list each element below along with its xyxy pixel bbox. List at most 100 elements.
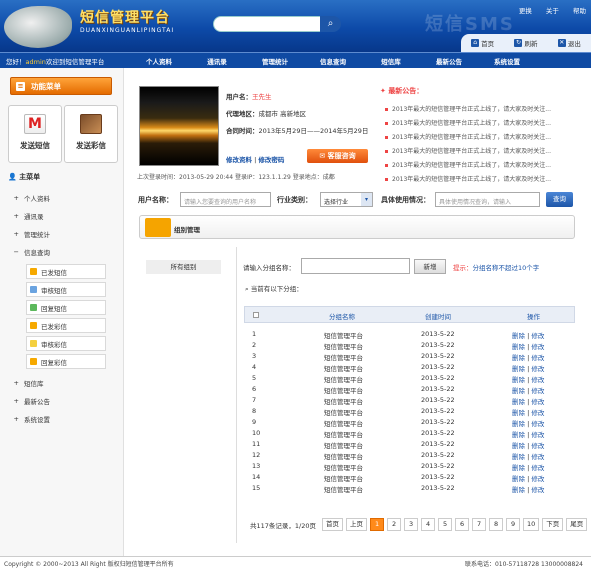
page-button[interactable]: 9 (506, 518, 521, 531)
page-button[interactable]: 8 (489, 518, 504, 531)
page-button-current[interactable]: 1 (370, 518, 385, 531)
edit-link[interactable]: 修改 (531, 354, 544, 362)
notice-item[interactable]: 2013年最大的短信管理平台正式上线了，请大家及时关注... (385, 160, 575, 169)
delete-link[interactable]: 删除 (512, 332, 525, 340)
usage-input[interactable]: 具体使用情况查询，请输入 (435, 192, 540, 207)
nav-item-sms-library[interactable]: 短信库 (362, 56, 420, 66)
delete-link[interactable]: 删除 (512, 365, 525, 373)
industry-select[interactable]: 选择行业 ▾ (320, 192, 373, 207)
page-button[interactable]: 4 (421, 518, 436, 531)
first-page-button[interactable]: 首页 (322, 518, 344, 531)
customer-service-button[interactable]: ✉ 客服咨询 (307, 149, 368, 163)
edit-link[interactable]: 修改 (531, 442, 544, 450)
sidebar-item-query[interactable]: − 信息查询 (0, 244, 124, 260)
last-page-button[interactable]: 尾页 (566, 518, 588, 531)
all-groups-tab[interactable]: 所有组别 (146, 260, 221, 274)
page-button[interactable]: 6 (455, 518, 470, 531)
nav-item-query[interactable]: 信息查询 (304, 56, 362, 66)
edit-link[interactable]: 修改 (531, 409, 544, 417)
edit-link[interactable]: 修改 (531, 453, 544, 461)
page-button[interactable]: 3 (404, 518, 419, 531)
edit-link[interactable]: 修改 (531, 387, 544, 395)
delete-link[interactable]: 删除 (512, 354, 525, 362)
notice-item[interactable]: 2013年最大的短信管理平台正式上线了，请大家及时关注... (385, 174, 575, 183)
delete-link[interactable]: 删除 (512, 376, 525, 384)
search-input[interactable] (213, 16, 321, 32)
delete-link[interactable]: 删除 (512, 442, 525, 450)
refresh-icon: ↻ (514, 39, 523, 47)
page-button[interactable]: 10 (523, 518, 540, 531)
prev-page-button[interactable]: 上页 (346, 518, 368, 531)
notice-item[interactable]: 2013年最大的短信管理平台正式上线了，请大家及时关注... (385, 146, 575, 155)
edit-link[interactable]: 修改 (531, 332, 544, 340)
edit-link[interactable]: 修改 (531, 398, 544, 406)
notice-item[interactable]: 2013年最大的短信管理平台正式上线了，请大家及时关注... (385, 132, 575, 141)
nav-item-settings[interactable]: 系统设置 (478, 56, 536, 66)
sidebar-item-sms-library[interactable]: + 短信库 (0, 375, 124, 391)
logout-button[interactable]: ✕ 退出 (557, 38, 581, 48)
send-mms-button[interactable]: 发送彩信 (64, 105, 118, 163)
table-row: 3 短信管理平台 2013-5-22 删除 | 修改 (252, 352, 545, 362)
delete-link[interactable]: 删除 (512, 398, 525, 406)
delete-link[interactable]: 删除 (512, 420, 525, 428)
edit-link[interactable]: 修改 (531, 376, 544, 384)
edit-link[interactable]: 修改 (531, 475, 544, 483)
function-menu-button[interactable]: ≡ 功能菜单 (10, 77, 112, 95)
delete-link[interactable]: 删除 (512, 343, 525, 351)
select-all-checkbox[interactable] (253, 312, 259, 318)
sidebar-sub-sent-mms[interactable]: 已发彩信 (26, 318, 106, 333)
delete-link[interactable]: 删除 (512, 431, 525, 439)
nav-item-profile[interactable]: 个人资料 (130, 56, 188, 66)
notice-item[interactable]: 2013年最大的短信管理平台正式上线了，请大家及时关注... (385, 118, 575, 127)
edit-link[interactable]: 修改 (531, 464, 544, 472)
search-icon: ⌕ (245, 285, 249, 293)
user-name-input[interactable]: 请输入您要查询的用户名称 (180, 192, 271, 207)
search-icon[interactable]: ⌕ (320, 16, 341, 32)
help-link[interactable]: 帮助 (573, 7, 586, 15)
nav-item-notices[interactable]: 最新公告 (420, 56, 478, 66)
page-button[interactable]: 5 (438, 518, 453, 531)
table-row: 4 短信管理平台 2013-5-22 删除 | 修改 (252, 363, 545, 373)
about-link[interactable]: 关于 (546, 7, 559, 15)
sidebar-sub-sent-sms[interactable]: 已发短信 (26, 264, 106, 279)
nav-item-contacts[interactable]: 通讯录 (188, 56, 246, 66)
edit-link[interactable]: 修改 (531, 486, 544, 494)
sidebar-sub-reply-mms[interactable]: 回复彩信 (26, 354, 106, 369)
nav-item-stats[interactable]: 管理统计 (246, 56, 304, 66)
edit-profile-link[interactable]: 修改资料 (226, 156, 252, 164)
sidebar-sub-reply-sms[interactable]: 回复短信 (26, 300, 106, 315)
edit-link[interactable]: 修改 (531, 343, 544, 351)
delete-link[interactable]: 删除 (512, 453, 525, 461)
add-group-button[interactable]: 新增 (414, 259, 446, 274)
send-sms-button[interactable]: 发送短信 (8, 105, 62, 163)
edit-link[interactable]: 修改 (531, 431, 544, 439)
edit-link[interactable]: 修改 (531, 365, 544, 373)
change-link[interactable]: 更换 (519, 7, 532, 15)
next-page-button[interactable]: 下页 (542, 518, 564, 531)
user-icon: 👤 (8, 173, 17, 181)
delete-link[interactable]: 删除 (512, 387, 525, 395)
delete-link[interactable]: 删除 (512, 486, 525, 494)
table-row: 10 短信管理平台 2013-5-22 删除 | 修改 (252, 429, 545, 439)
query-button[interactable]: 查询 (546, 192, 573, 207)
sidebar-sub-review-mms[interactable]: 审核彩信 (26, 336, 106, 351)
sidebar-item-stats[interactable]: + 管理统计 (0, 226, 124, 242)
sidebar-item-notices[interactable]: + 最新公告 (0, 393, 124, 409)
delete-link[interactable]: 删除 (512, 475, 525, 483)
edit-password-link[interactable]: 修改密码 (258, 156, 284, 164)
table-row: 5 短信管理平台 2013-5-22 删除 | 修改 (252, 374, 545, 384)
sidebar-sub-review-sms[interactable]: 审核短信 (26, 282, 106, 297)
notice-item[interactable]: 2013年最大的短信管理平台正式上线了，请大家及时关注... (385, 104, 575, 113)
page-button[interactable]: 2 (387, 518, 402, 531)
delete-link[interactable]: 删除 (512, 409, 525, 417)
sidebar-item-contacts[interactable]: + 通讯录 (0, 208, 124, 224)
sidebar-item-profile[interactable]: + 个人资料 (0, 190, 124, 206)
edit-link[interactable]: 修改 (531, 420, 544, 428)
delete-link[interactable]: 删除 (512, 464, 525, 472)
home-button[interactable]: ⌂ 首页 (471, 38, 494, 48)
new-group-input[interactable] (301, 258, 410, 274)
sidebar-item-settings[interactable]: + 系统设置 (0, 411, 124, 427)
doc-icon (30, 286, 37, 293)
page-button[interactable]: 7 (472, 518, 487, 531)
refresh-button[interactable]: ↻ 刷新 (514, 38, 537, 48)
